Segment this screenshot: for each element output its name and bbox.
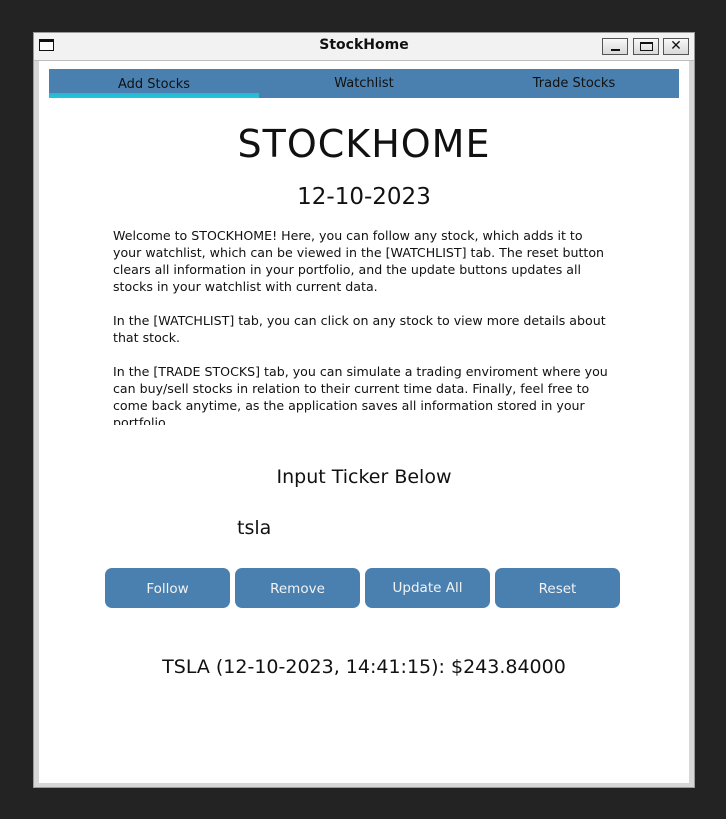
maximize-icon	[640, 42, 653, 51]
page-date: 12-10-2023	[297, 184, 431, 210]
main-content: Add Stocks Watchlist Trade Stocks STOCKH…	[39, 61, 689, 783]
app-window: StockHome ✕ Add Stocks Watchlist Trade S…	[33, 32, 695, 788]
window-title: StockHome	[319, 37, 409, 53]
description-paragraph: Welcome to STOCKHOME! Here, you can foll…	[113, 228, 605, 294]
follow-button[interactable]: Follow	[105, 568, 230, 608]
tab-watchlist[interactable]: Watchlist	[259, 69, 469, 98]
reset-button[interactable]: Reset	[495, 568, 620, 608]
tab-label: Watchlist	[334, 76, 394, 91]
close-icon: ✕	[670, 38, 682, 54]
update-all-button[interactable]: Update All	[365, 568, 490, 608]
page-title: STOCKHOME	[237, 122, 491, 166]
tab-bar: Add Stocks Watchlist Trade Stocks	[49, 69, 679, 98]
tab-add-stocks[interactable]: Add Stocks	[49, 69, 259, 98]
minimize-icon	[611, 49, 620, 51]
quote-result: TSLA (12-10-2023, 14:41:15): $243.84000	[162, 656, 566, 678]
remove-button[interactable]: Remove	[235, 568, 360, 608]
description-paragraph: In the [WATCHLIST] tab, you can click on…	[113, 313, 606, 345]
tab-trade-stocks[interactable]: Trade Stocks	[469, 69, 679, 98]
close-button[interactable]: ✕	[663, 38, 689, 55]
tab-label: Add Stocks	[117, 77, 191, 92]
maximize-button[interactable]	[633, 38, 659, 55]
description-text[interactable]: Welcome to STOCKHOME! Here, you can foll…	[113, 227, 613, 425]
title-bar[interactable]: StockHome ✕	[34, 33, 694, 61]
description-paragraph: In the [TRADE STOCKS] tab, you can simul…	[113, 364, 608, 425]
minimize-button[interactable]	[602, 38, 628, 55]
ticker-input[interactable]	[237, 514, 487, 542]
tab-label: Trade Stocks	[532, 76, 616, 91]
active-tab-indicator	[49, 93, 259, 98]
ticker-input-label: Input Ticker Below	[276, 466, 452, 488]
